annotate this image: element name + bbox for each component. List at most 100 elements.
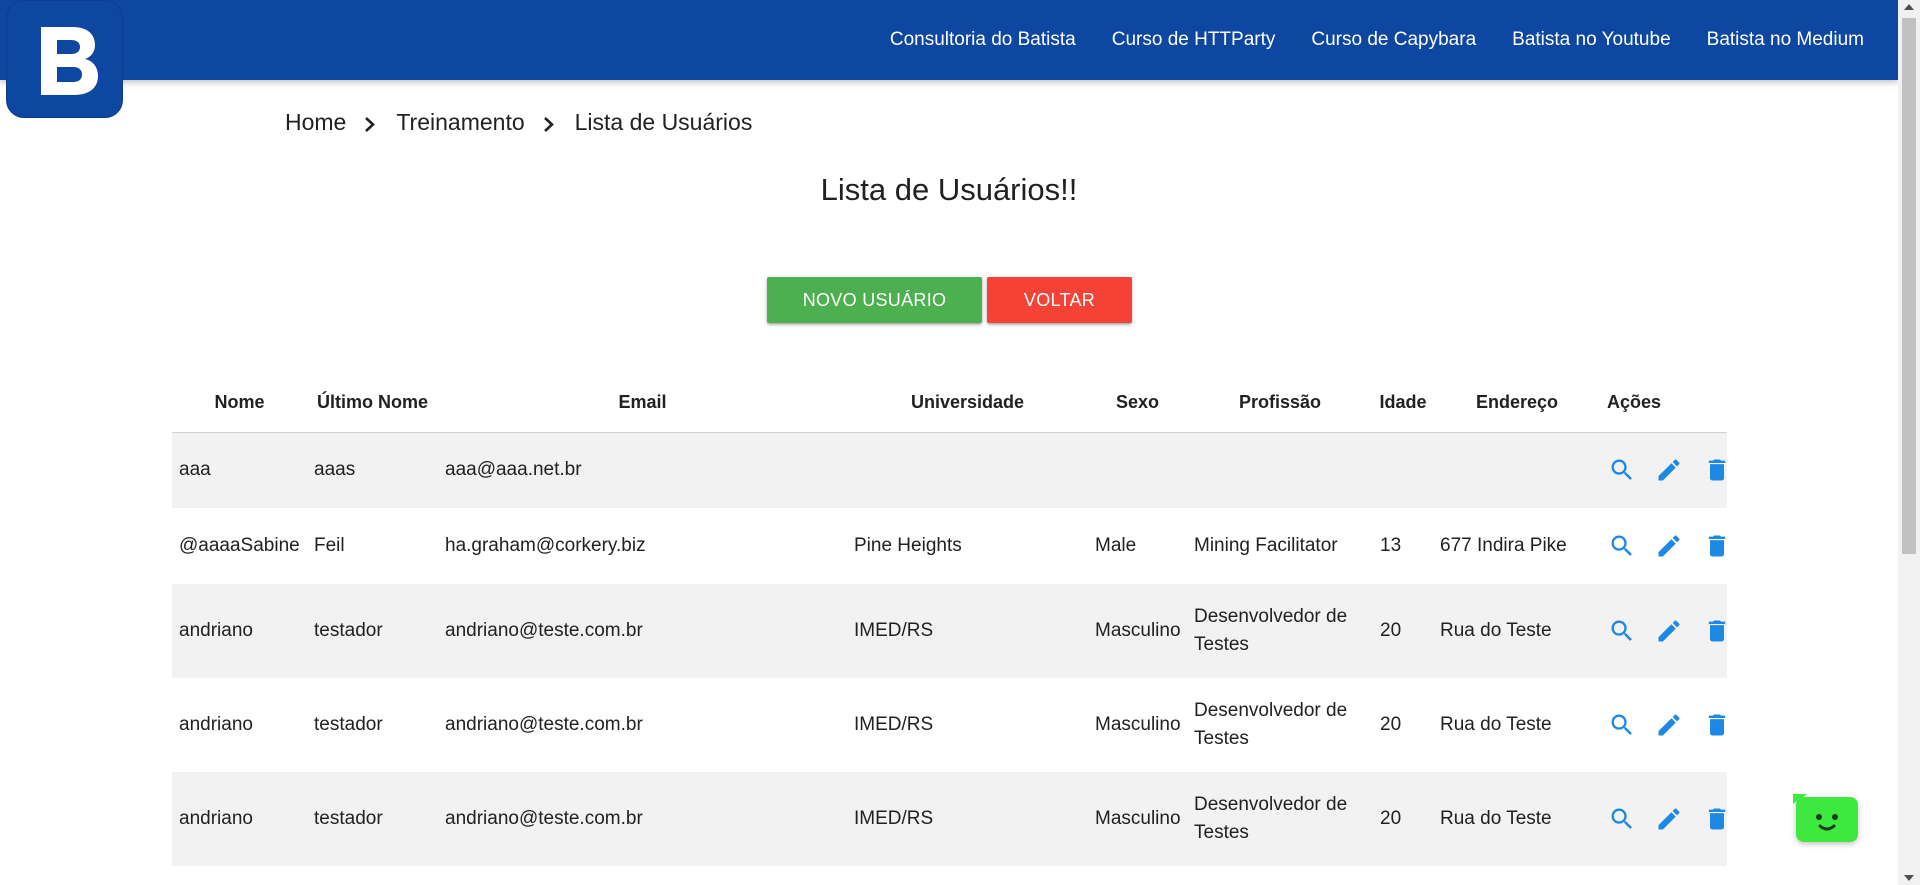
scroll-up-arrow-icon[interactable] — [1904, 4, 1914, 10]
cell-universidade: IMED/RS — [847, 772, 1088, 866]
column-header-idade[interactable]: Idade — [1373, 374, 1433, 433]
delete-trash-icon[interactable] — [1703, 805, 1731, 833]
column-header-endereco[interactable]: Endereço — [1433, 374, 1601, 433]
cell-actions — [1601, 508, 1727, 584]
cell-ultimo-nome: Feil — [307, 508, 438, 584]
cell-sexo: Masculino — [1088, 584, 1187, 678]
users-table: Nome Último Nome Email Universidade Sexo… — [172, 374, 1727, 866]
cell-email: andriano@teste.com.br — [438, 584, 847, 678]
cell-idade: 20 — [1373, 772, 1433, 866]
search-icon[interactable] — [1608, 805, 1636, 833]
cell-nome: @aaaaSabine — [172, 508, 307, 584]
cell-nome: andriano — [172, 584, 307, 678]
cell-profissao — [1187, 432, 1373, 508]
cell-ultimo-nome: testador — [307, 678, 438, 772]
cell-universidade — [847, 432, 1088, 508]
cell-ultimo-nome: testador — [307, 772, 438, 866]
edit-pencil-icon[interactable] — [1655, 617, 1683, 645]
cell-sexo: Male — [1088, 508, 1187, 584]
cell-universidade: Pine Heights — [847, 508, 1088, 584]
cell-endereco: Rua do Teste — [1433, 584, 1601, 678]
chat-bubble-tail — [1793, 794, 1807, 804]
cell-profissao: Mining Facilitator — [1187, 508, 1373, 584]
search-icon[interactable] — [1608, 617, 1636, 645]
nav-link-consultoria[interactable]: Consultoria do Batista — [872, 0, 1094, 80]
column-header-ultimo-nome[interactable]: Último Nome — [307, 374, 438, 433]
chevron-right-icon — [346, 104, 396, 140]
delete-trash-icon[interactable] — [1703, 711, 1731, 739]
cell-ultimo-nome: aaas — [307, 432, 438, 508]
table-header-row: Nome Último Nome Email Universidade Sexo… — [172, 374, 1727, 433]
column-header-acoes: Ações — [1601, 374, 1727, 433]
nav-link-httparty[interactable]: Curso de HTTParty — [1094, 0, 1294, 80]
cell-ultimo-nome: testador — [307, 584, 438, 678]
delete-trash-icon[interactable] — [1703, 456, 1731, 484]
top-navbar: Consultoria do Batista Curso de HTTParty… — [0, 0, 1898, 80]
nav-link-capybara[interactable]: Curso de Capybara — [1293, 0, 1494, 80]
cell-email: ha.graham@corkery.biz — [438, 508, 847, 584]
search-icon[interactable] — [1608, 532, 1636, 560]
cell-email: andriano@teste.com.br — [438, 772, 847, 866]
cell-sexo: Masculino — [1088, 772, 1187, 866]
delete-trash-icon[interactable] — [1703, 532, 1731, 560]
column-header-universidade[interactable]: Universidade — [847, 374, 1088, 433]
cell-nome: andriano — [172, 678, 307, 772]
scroll-down-arrow-icon[interactable] — [1904, 875, 1914, 881]
cell-idade — [1373, 432, 1433, 508]
cell-email: aaa@aaa.net.br — [438, 432, 847, 508]
cell-email: andriano@teste.com.br — [438, 678, 847, 772]
column-header-nome[interactable]: Nome — [172, 374, 307, 433]
cell-endereco: 677 Indira Pike — [1433, 508, 1601, 584]
breadcrumb-treinamento[interactable]: Treinamento — [396, 109, 524, 136]
new-user-button[interactable]: Novo Usuário — [767, 277, 982, 323]
page-title: Lista de Usuários!! — [820, 172, 1078, 207]
search-icon[interactable] — [1608, 711, 1636, 739]
edit-pencil-icon[interactable] — [1655, 456, 1683, 484]
breadcrumb: Home Treinamento Lista de Usuários — [285, 104, 752, 140]
cell-actions — [1601, 772, 1727, 866]
cell-idade: 20 — [1373, 678, 1433, 772]
column-header-profissao[interactable]: Profissão — [1187, 374, 1373, 433]
breadcrumb-lista-usuarios[interactable]: Lista de Usuários — [575, 109, 753, 136]
delete-trash-icon[interactable] — [1703, 617, 1731, 645]
column-header-sexo[interactable]: Sexo — [1088, 374, 1187, 433]
cell-idade: 20 — [1373, 584, 1433, 678]
nav-link-youtube[interactable]: Batista no Youtube — [1494, 0, 1688, 80]
cell-actions — [1601, 432, 1727, 508]
cell-endereco: Rua do Teste — [1433, 678, 1601, 772]
page-scrollbar[interactable] — [1898, 0, 1920, 885]
cell-universidade: IMED/RS — [847, 678, 1088, 772]
edit-pencil-icon[interactable] — [1655, 711, 1683, 739]
cell-profissao: Desenvolvedor de Testes — [1187, 772, 1373, 866]
cell-actions — [1601, 678, 1727, 772]
cell-universidade: IMED/RS — [847, 584, 1088, 678]
nav-link-medium[interactable]: Batista no Medium — [1689, 0, 1882, 80]
cell-sexo — [1088, 432, 1187, 508]
table-row: aaa aaas aaa@aaa.net.br — [172, 432, 1727, 508]
nav-links: Consultoria do Batista Curso de HTTParty… — [872, 0, 1882, 80]
cell-sexo: Masculino — [1088, 678, 1187, 772]
cell-profissao: Desenvolvedor de Testes — [1187, 584, 1373, 678]
brand-logo[interactable] — [6, 0, 123, 118]
cell-nome: andriano — [172, 772, 307, 866]
table-row: andriano testador andriano@teste.com.br … — [172, 772, 1727, 866]
cell-nome: aaa — [172, 432, 307, 508]
cell-endereco — [1433, 432, 1601, 508]
chat-widget-button[interactable] — [1793, 794, 1858, 842]
logo-b-icon — [41, 27, 98, 95]
chevron-right-icon — [525, 104, 575, 140]
cell-endereco: Rua do Teste — [1433, 772, 1601, 866]
table-row: andriano testador andriano@teste.com.br … — [172, 584, 1727, 678]
cell-profissao: Desenvolvedor de Testes — [1187, 678, 1373, 772]
edit-pencil-icon[interactable] — [1655, 805, 1683, 833]
table-row: andriano testador andriano@teste.com.br … — [172, 678, 1727, 772]
back-button[interactable]: Voltar — [987, 277, 1132, 323]
breadcrumb-home[interactable]: Home — [285, 109, 346, 136]
column-header-email[interactable]: Email — [438, 374, 847, 433]
cell-idade: 13 — [1373, 508, 1433, 584]
table-row: @aaaaSabine Feil ha.graham@corkery.biz P… — [172, 508, 1727, 584]
scroll-thumb[interactable] — [1902, 18, 1916, 554]
edit-pencil-icon[interactable] — [1655, 532, 1683, 560]
search-icon[interactable] — [1608, 456, 1636, 484]
cell-actions — [1601, 584, 1727, 678]
